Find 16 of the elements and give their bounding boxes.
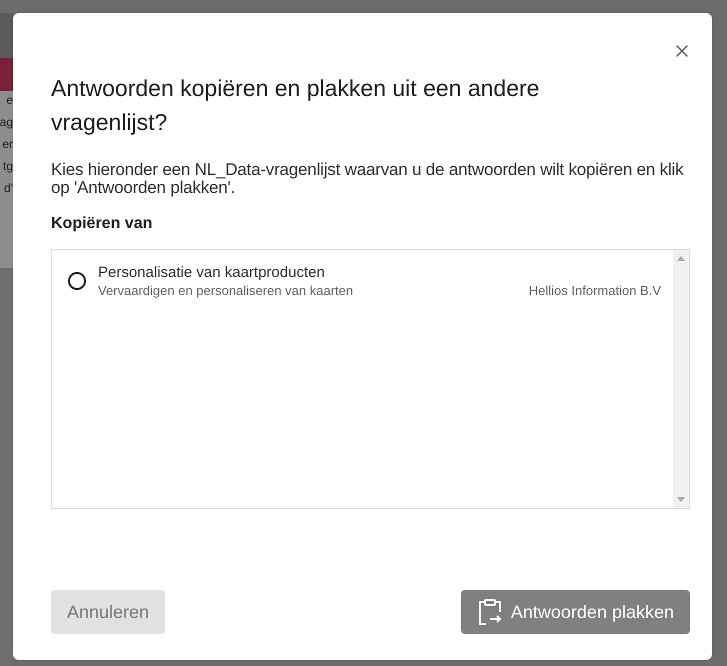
dialog-description: Kies hieronder een NL_Data-vragenlijst waarvan u de antwoorden wilt kopiëren en klik op 'Antwoorden plakken'. <box>51 161 684 197</box>
option-title[interactable]: Personalisatie van kaartproducten <box>98 264 661 281</box>
scroll-up-icon[interactable] <box>677 256 685 261</box>
background-text: e <box>6 93 13 107</box>
radio-button[interactable] <box>68 272 86 290</box>
source-label: Kopiëren van <box>51 215 154 233</box>
background-text: d' <box>4 181 13 195</box>
background-text: ag <box>0 115 13 129</box>
option-owner: Hellios Information B.V <box>528 283 661 298</box>
scrollbar[interactable] <box>673 250 689 508</box>
clipboard-icon <box>476 598 503 626</box>
background-text: tg <box>2 159 13 173</box>
scroll-down-icon[interactable] <box>677 497 685 502</box>
background-text: er <box>2 137 13 151</box>
dialog-title: Antwoorden kopiëren en plakken uit een andere vragenlijst? <box>51 74 540 137</box>
option-subtitle: Vervaardigen en personaliseren van kaarten <box>98 283 354 298</box>
